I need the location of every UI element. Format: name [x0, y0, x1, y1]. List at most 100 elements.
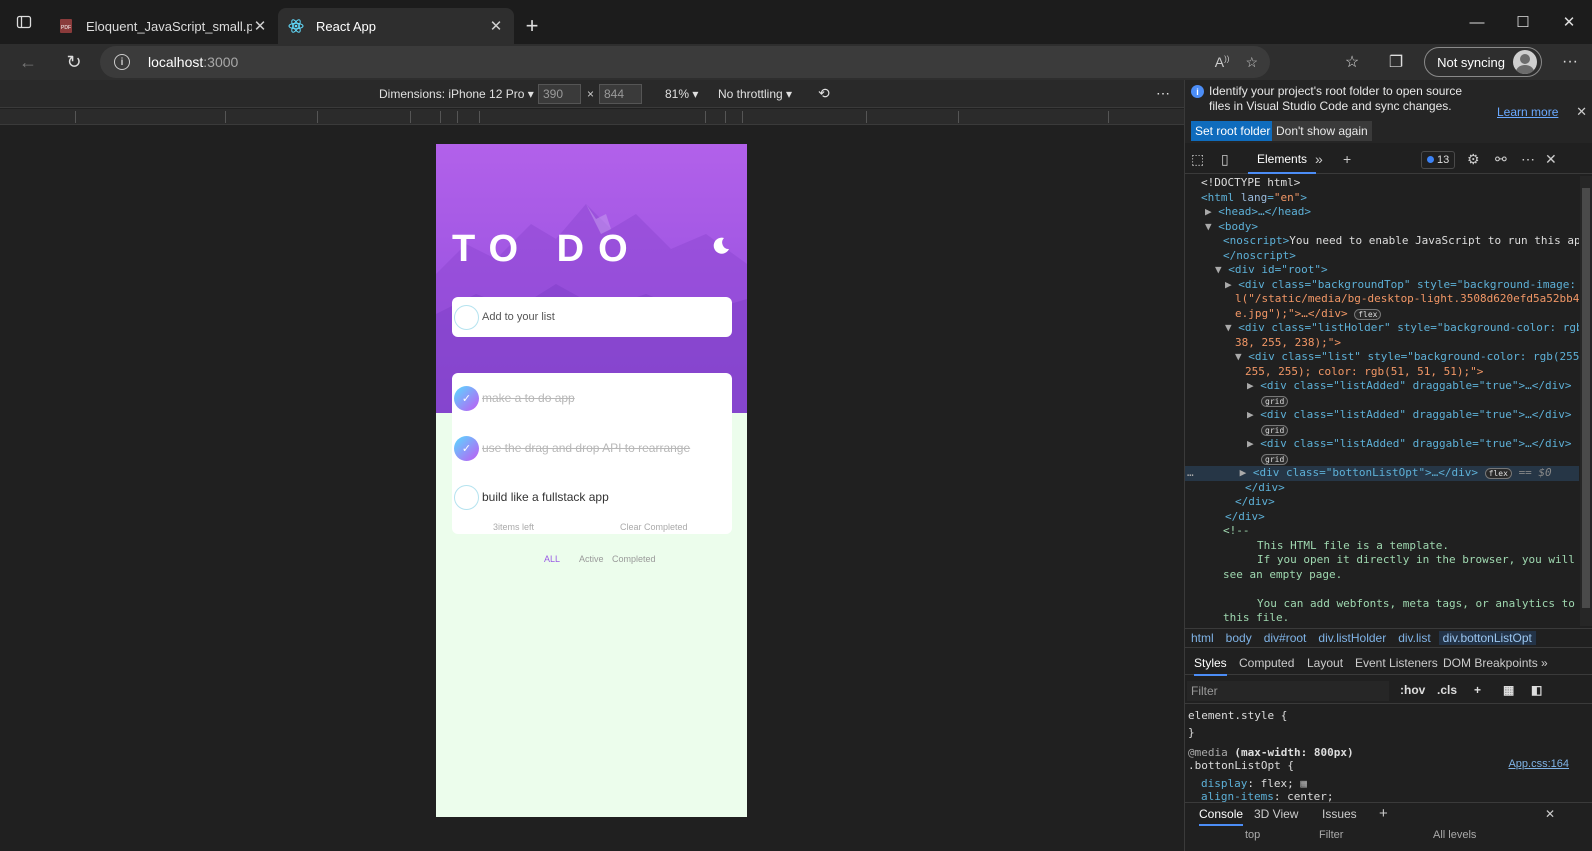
more-menu-icon[interactable]: ···	[1548, 53, 1592, 71]
device-toggle-icon[interactable]: ▯	[1221, 151, 1229, 168]
more-tabs-icon[interactable]: »	[1315, 151, 1323, 167]
tab-react-app[interactable]: React App ✕	[278, 8, 514, 44]
dom-node[interactable]: </noscript>	[1223, 249, 1296, 264]
selected-dom-node[interactable]: … ▶ <div class="bottonListOpt">…</div> fl…	[1185, 466, 1579, 481]
dom-node[interactable]: <!--	[1223, 524, 1250, 539]
cls-toggle[interactable]: .cls	[1437, 683, 1457, 697]
list-item[interactable]: build like a fullstack app	[454, 482, 609, 512]
tab-console[interactable]: Console	[1199, 807, 1244, 826]
close-window-icon[interactable]: ✕	[1546, 0, 1592, 44]
flex-badge[interactable]: flex	[1484, 468, 1512, 479]
dom-node[interactable]: </div>	[1245, 481, 1285, 496]
dom-node[interactable]: ▼ <div class="listHolder" style="backgro…	[1225, 321, 1579, 336]
throttling-select[interactable]: No throttling ▾	[718, 87, 792, 101]
breadcrumb-item[interactable]: html	[1191, 631, 1214, 645]
dont-show-again-button[interactable]: Don't show again	[1272, 121, 1372, 141]
read-aloud-icon[interactable]: A))	[1215, 54, 1230, 71]
new-tab-button[interactable]: +	[514, 8, 550, 44]
css-property[interactable]: display	[1201, 777, 1247, 790]
dom-node[interactable]: </div>	[1225, 510, 1265, 525]
filter-all[interactable]: ALL	[544, 554, 560, 564]
style-rule-text[interactable]: element.style {	[1188, 709, 1287, 722]
add-favorite-icon[interactable]: ☆	[1245, 54, 1258, 71]
dom-node[interactable]: ▶ <div class="backgroundTop" style="back…	[1225, 278, 1579, 293]
breadcrumb-item[interactable]: div.bottonListOpt	[1438, 631, 1536, 645]
flex-editor-icon[interactable]: ▦	[1300, 777, 1307, 790]
dom-node[interactable]: <noscript>You need to enable JavaScript …	[1223, 234, 1579, 249]
dom-node[interactable]: ▼ <div class="list" style="background-co…	[1235, 350, 1579, 365]
dom-node[interactable]: ▶ <div class="listAdded" draggable="true…	[1247, 408, 1572, 423]
dom-node[interactable]: ▶ <div class="listAdded" draggable="true…	[1247, 437, 1572, 452]
filter-completed[interactable]: Completed	[612, 554, 656, 564]
unchecked-circle[interactable]	[454, 484, 479, 510]
device-more-icon[interactable]: ⋯	[1156, 85, 1170, 102]
dom-node[interactable]: <!DOCTYPE html>	[1201, 176, 1300, 191]
close-devtools-icon[interactable]: ✕	[1545, 151, 1557, 168]
hov-toggle[interactable]: :hov	[1400, 683, 1425, 697]
back-icon[interactable]: ←	[10, 47, 46, 77]
new-rule-icon[interactable]: +	[1474, 683, 1481, 697]
tab-layout[interactable]: Layout	[1307, 656, 1343, 670]
dom-node[interactable]: </div>	[1235, 495, 1275, 510]
css-value[interactable]: center;	[1287, 790, 1333, 802]
minimize-icon[interactable]: —	[1454, 0, 1500, 44]
styles-filter-input[interactable]: Filter	[1187, 681, 1389, 701]
inspect-icon[interactable]: ⬚	[1191, 151, 1204, 168]
check-icon[interactable]: ✓	[454, 435, 479, 461]
breadcrumb-item[interactable]: body	[1226, 631, 1252, 645]
tab-event-listeners[interactable]: Event Listeners	[1355, 656, 1438, 670]
add-tab-icon[interactable]: +	[1343, 151, 1351, 167]
refresh-icon[interactable]: ↻	[56, 47, 92, 77]
tab-actions-icon[interactable]	[0, 0, 48, 44]
css-value[interactable]: flex;	[1261, 777, 1294, 790]
check-icon[interactable]: ✓	[454, 385, 479, 411]
rotate-icon[interactable]: ⟲	[818, 85, 830, 102]
new-todo-input[interactable]: Add to your list	[452, 297, 732, 337]
tab-computed[interactable]: Computed	[1239, 656, 1294, 670]
grid-badge[interactable]: grid	[1261, 395, 1289, 407]
zoom-select[interactable]: 81% ▾	[665, 87, 698, 101]
list-item[interactable]: ✓ use the drag and drop API to rearrange	[454, 433, 690, 463]
site-info-icon[interactable]: i	[114, 54, 130, 70]
settings-icon[interactable]: ⚙	[1467, 151, 1480, 168]
add-drawer-tab-icon[interactable]: +	[1379, 805, 1388, 822]
tab-styles[interactable]: Styles	[1194, 656, 1227, 676]
dom-node[interactable]: <html lang="en">	[1201, 191, 1307, 206]
filter-active[interactable]: Active	[579, 554, 604, 564]
close-tab-icon[interactable]: ✕	[252, 17, 268, 35]
dom-node[interactable]: ▼ <body>	[1205, 220, 1258, 235]
tab-3d-view[interactable]: 3D View	[1254, 807, 1298, 821]
connect-icon[interactable]: ⚯	[1495, 151, 1507, 168]
collections-icon[interactable]: ❐	[1374, 52, 1418, 72]
width-input[interactable]: 390	[538, 84, 581, 104]
address-bar[interactable]: i localhost:3000 A)) ☆	[100, 46, 1270, 78]
favorites-icon[interactable]: ☆	[1330, 52, 1374, 72]
console-filter[interactable]: Filter	[1319, 829, 1343, 841]
list-item[interactable]: ✓ make a to do app	[454, 383, 575, 413]
style-selector[interactable]: .bottonListOpt {	[1188, 759, 1294, 772]
close-tab-icon[interactable]: ✕	[488, 17, 504, 35]
add-circle[interactable]	[454, 304, 479, 330]
profile-button[interactable]: Not syncing	[1424, 47, 1542, 77]
devtools-more-icon[interactable]: ⋯	[1521, 151, 1535, 168]
flex-badge[interactable]: flex	[1354, 308, 1382, 320]
close-banner-icon[interactable]: ✕	[1576, 104, 1587, 120]
issues-badge[interactable]: 13	[1421, 151, 1456, 169]
console-context[interactable]: top	[1245, 829, 1260, 841]
breadcrumb-item[interactable]: div.listHolder	[1318, 631, 1386, 645]
breadcrumb-item[interactable]: div.list	[1398, 631, 1430, 645]
breadcrumb-item[interactable]: div#root	[1264, 631, 1307, 645]
dom-node[interactable]: ▶ <div class="listAdded" draggable="true…	[1247, 379, 1572, 394]
css-property[interactable]: align-items	[1201, 790, 1274, 802]
clear-completed-button[interactable]: Clear Completed	[620, 522, 688, 532]
grid-badge[interactable]: grid	[1261, 424, 1289, 436]
learn-more-link[interactable]: Learn more	[1497, 105, 1558, 119]
maximize-icon[interactable]: ☐	[1500, 0, 1546, 44]
source-link[interactable]: App.css:164	[1508, 758, 1569, 771]
dom-scrollbar[interactable]	[1580, 176, 1592, 626]
more-tabs-icon[interactable]: »	[1541, 656, 1548, 670]
moon-icon[interactable]	[711, 236, 731, 256]
paint-icon[interactable]: ▦	[1503, 683, 1514, 697]
computed-sidebar-icon[interactable]: ◧	[1531, 683, 1542, 697]
console-levels[interactable]: All levels	[1433, 829, 1476, 841]
